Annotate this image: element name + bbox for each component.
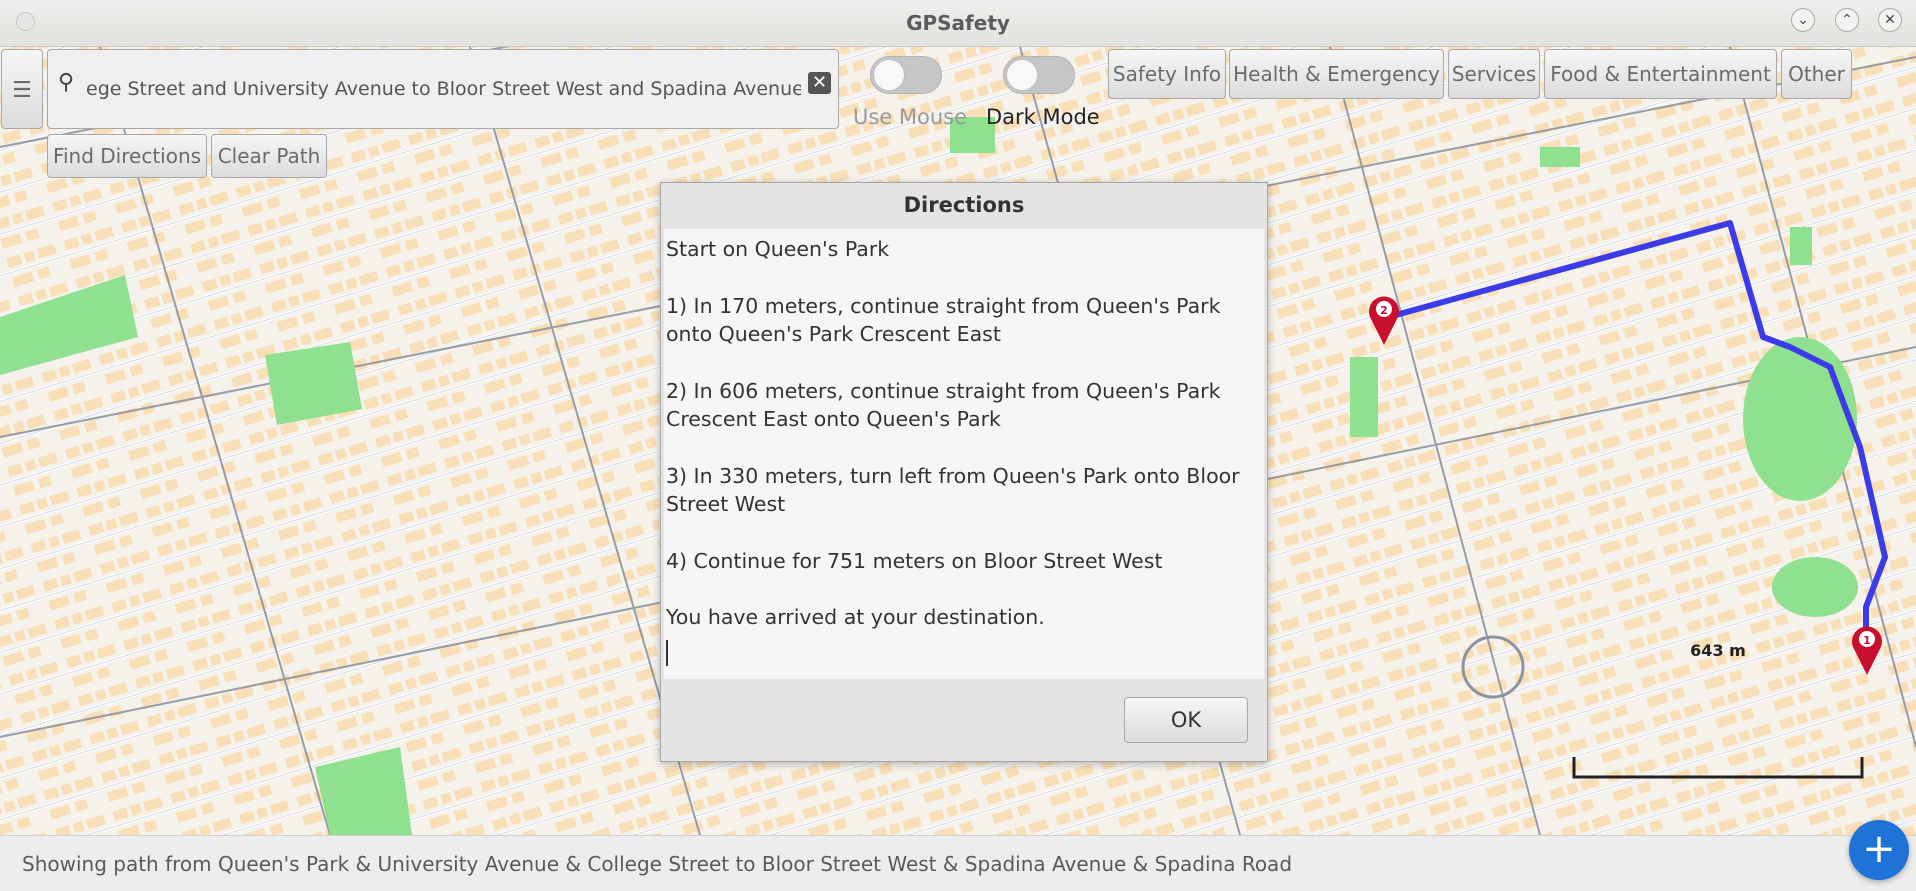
direction-line: Start on Queen's Park [666,237,890,261]
park-area [1743,337,1857,501]
direction-line: 3) In 330 meters, turn left from Queen's… [666,463,1240,517]
status-bar: Showing path from Queen's Park & Univers… [0,835,1916,891]
marker-end-label: 2 [1380,304,1388,317]
dark-mode-toggle[interactable] [1003,56,1075,94]
dialog-title: Directions [903,193,1025,217]
direction-line: 1) In 170 meters, continue straight from… [666,293,1221,347]
dark-mode-label: Dark Mode [986,105,1100,129]
hamburger-icon: ☰ [12,78,32,103]
window-titlebar: GPSafety ⌄ ⌃ ✕ [0,0,1916,47]
window-title: GPSafety [906,11,1010,35]
use-mouse-label: Use Mouse [853,105,968,129]
category-button-safety-info[interactable]: Safety Info [1108,49,1226,99]
park-area [1790,227,1812,265]
clear-path-button[interactable]: Clear Path [211,134,327,178]
park-area [1772,557,1858,617]
toggle-knob [873,59,905,91]
minimize-icon[interactable]: ⌄ [1791,8,1815,32]
maximize-icon[interactable]: ⌃ [1835,8,1859,32]
search-box[interactable]: ⚲ ✕ [47,49,839,129]
use-mouse-toggle[interactable] [870,56,942,94]
directions-dialog: Directions Start on Queen's Park 1) In 1… [660,182,1268,762]
marker-start-label: 1 [1863,634,1871,647]
park-area [1540,147,1580,167]
ok-button[interactable]: OK [1124,697,1248,743]
text-caret [666,639,668,666]
scale-label: 643 m [1690,641,1746,660]
category-button-health-emergency[interactable]: Health & Emergency [1229,49,1444,99]
category-button-food-entertainment[interactable]: Food & Entertainment [1544,49,1777,99]
direction-line: 2) In 606 meters, continue straight from… [666,378,1221,432]
find-directions-button[interactable]: Find Directions [47,134,207,178]
direction-line: 4) Continue for 751 meters on Bloor Stre… [666,548,1163,573]
menu-button[interactable]: ☰ [1,49,43,129]
toggle-knob [1006,59,1038,91]
add-button[interactable]: + [1849,820,1909,880]
category-button-services[interactable]: Services [1448,49,1540,99]
clear-search-icon[interactable]: ✕ [808,72,832,94]
search-icon: ⚲ [58,70,75,95]
park-area [1350,357,1378,437]
status-text: Showing path from Queen's Park & Univers… [22,852,1293,876]
directions-text[interactable]: Start on Queen's Park 1) In 170 meters, … [664,229,1264,679]
direction-line: You have arrived at your destination. [666,605,1045,629]
search-input[interactable] [86,72,801,106]
category-button-other[interactable]: Other [1781,49,1852,99]
close-icon[interactable]: ✕ [1878,8,1902,32]
